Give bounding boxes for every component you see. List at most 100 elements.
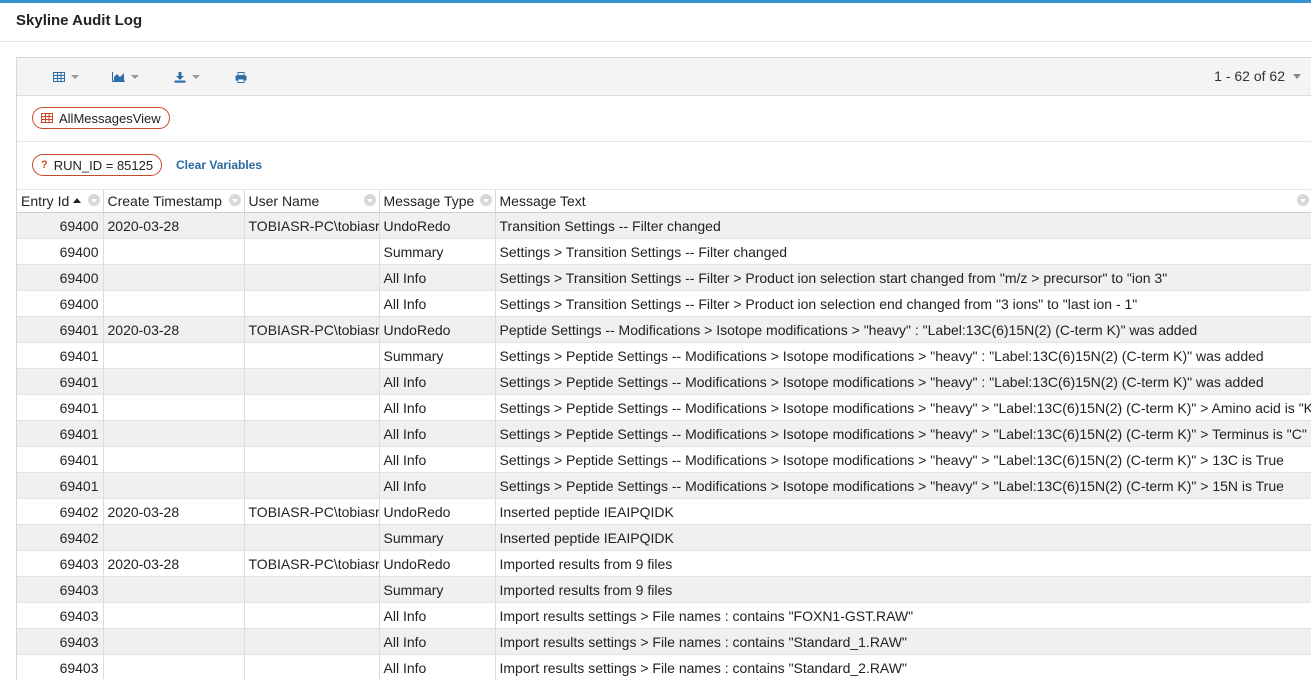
entry-id-cell: 69401 — [17, 368, 104, 395]
create-timestamp-cell — [103, 524, 245, 551]
entry-id-cell: 69402 — [17, 498, 104, 525]
grid-toolbar: 1 - 62 of 62 — [17, 58, 1311, 96]
user-name-cell — [244, 654, 380, 680]
table-row: 69403 All Info Import results settings > F… — [17, 628, 1311, 655]
message-text-cell: Import results settings > File names : c… — [495, 654, 1311, 680]
table-row: 69401 All Info Settings > Peptide Settings… — [17, 446, 1311, 473]
create-timestamp-cell — [103, 264, 245, 291]
user-name-cell — [244, 264, 380, 291]
message-type-cell: UndoRedo — [379, 550, 496, 577]
column-header-entry-id[interactable]: Entry Id — [17, 190, 104, 213]
user-name-cell: TOBIASR-PC\tobiasr — [244, 316, 380, 343]
create-timestamp-cell — [103, 654, 245, 680]
create-timestamp-cell — [103, 576, 245, 603]
table-row: 69403 All Info Import results settings > F… — [17, 602, 1311, 629]
create-timestamp-cell — [103, 628, 245, 655]
clear-variables-link[interactable]: Clear Variables — [176, 158, 262, 172]
entry-id-cell: 69400 — [17, 212, 104, 239]
table-row: 69401 Summary Settings > Peptide Settings … — [17, 342, 1311, 369]
column-header-message-type[interactable]: Message Type — [379, 190, 496, 213]
table-row: 69402 Summary Inserted peptide IEAIPQIDK — [17, 524, 1311, 551]
message-type-cell: UndoRedo — [379, 498, 496, 525]
message-type-cell: All Info — [379, 628, 496, 655]
create-timestamp-cell — [103, 394, 245, 421]
panel-header: Skyline Audit Log — [0, 3, 1311, 42]
table-row: 69400 All Info Settings > Transition Setti… — [17, 264, 1311, 291]
print-button[interactable] — [235, 69, 247, 85]
entry-id-cell: 69401 — [17, 342, 104, 369]
table-row: 69402 2020-03-28 TOBIASR-PC\tobiasr UndoRed… — [17, 498, 1311, 525]
audit-table: Entry Id Create Timestamp User Name Mess… — [17, 190, 1311, 680]
column-menu-icon[interactable] — [479, 194, 492, 206]
message-type-cell: UndoRedo — [379, 316, 496, 343]
charts-button[interactable] — [112, 69, 139, 85]
table-row: 69401 All Info Settings > Peptide Settings… — [17, 394, 1311, 421]
user-name-cell: TOBIASR-PC\tobiasr — [244, 498, 380, 525]
message-type-cell: Summary — [379, 524, 496, 551]
user-name-cell — [244, 602, 380, 629]
message-text-cell: Settings > Transition Settings -- Filter… — [495, 264, 1311, 291]
entry-id-cell: 69402 — [17, 524, 104, 551]
entry-id-cell: 69403 — [17, 654, 104, 680]
message-text-cell: Settings > Peptide Settings -- Modificat… — [495, 342, 1311, 369]
table-row: 69400 Summary Settings > Transition Settin… — [17, 238, 1311, 265]
grid-views-button[interactable] — [53, 69, 79, 85]
user-name-cell — [244, 446, 380, 473]
table-row: 69401 All Info Settings > Peptide Settings… — [17, 368, 1311, 395]
create-timestamp-cell — [103, 446, 245, 473]
entry-id-cell: 69400 — [17, 238, 104, 265]
chevron-down-icon — [71, 75, 79, 79]
entry-id-cell: 69403 — [17, 602, 104, 629]
question-icon: ? — [41, 159, 48, 171]
message-type-cell: All Info — [379, 290, 496, 317]
filter-pill-label: RUN_ID = 85125 — [53, 157, 154, 173]
table-header-row: Entry Id Create Timestamp User Name Mess… — [17, 190, 1311, 213]
message-text-cell: Imported results from 9 files — [495, 550, 1311, 577]
column-header-message-text[interactable]: Message Text — [495, 190, 1311, 213]
message-text-cell: Imported results from 9 files — [495, 576, 1311, 603]
message-text-cell: Inserted peptide IEAIPQIDK — [495, 524, 1311, 551]
message-type-cell: All Info — [379, 472, 496, 499]
column-menu-icon[interactable] — [363, 194, 376, 206]
message-type-cell: All Info — [379, 368, 496, 395]
message-text-cell: Settings > Peptide Settings -- Modificat… — [495, 368, 1311, 395]
column-menu-icon[interactable] — [87, 194, 100, 206]
user-name-cell — [244, 290, 380, 317]
message-type-cell: Summary — [379, 342, 496, 369]
message-text-cell: Settings > Transition Settings -- Filter… — [495, 238, 1311, 265]
message-type-cell: All Info — [379, 420, 496, 447]
chevron-down-icon — [131, 75, 139, 79]
user-name-cell — [244, 576, 380, 603]
entry-id-cell: 69400 — [17, 264, 104, 291]
table-row: 69401 All Info Settings > Peptide Settings… — [17, 472, 1311, 499]
message-text-cell: Settings > Peptide Settings -- Modificat… — [495, 446, 1311, 473]
entry-id-cell: 69401 — [17, 472, 104, 499]
entry-id-cell: 69401 — [17, 446, 104, 473]
column-menu-icon[interactable] — [228, 194, 241, 206]
column-menu-icon[interactable] — [1296, 194, 1309, 206]
entry-id-cell: 69403 — [17, 576, 104, 603]
user-name-cell — [244, 524, 380, 551]
column-header-user-name[interactable]: User Name — [244, 190, 380, 213]
message-type-cell: All Info — [379, 394, 496, 421]
create-timestamp-cell — [103, 420, 245, 447]
table-row: 69401 All Info Settings > Peptide Settings… — [17, 420, 1311, 447]
page-title: Skyline Audit Log — [16, 12, 143, 29]
message-text-cell: Settings > Peptide Settings -- Modificat… — [495, 420, 1311, 447]
pagination-menu[interactable]: 1 - 62 of 62 — [1214, 68, 1301, 84]
table-row: 69403 Summary Imported results from 9 file… — [17, 576, 1311, 603]
filter-bar: ? RUN_ID = 85125 Clear Variables — [17, 142, 1311, 190]
message-type-cell: All Info — [379, 602, 496, 629]
create-timestamp-cell — [103, 368, 245, 395]
create-timestamp-cell: 2020-03-28 — [103, 316, 245, 343]
grid-icon — [53, 72, 65, 82]
filter-pill[interactable]: ? RUN_ID = 85125 — [32, 154, 163, 176]
grid-icon — [41, 113, 53, 123]
chevron-down-icon — [192, 75, 200, 79]
view-pill[interactable]: AllMessagesView — [32, 107, 170, 129]
chevron-down-icon — [1293, 73, 1301, 79]
export-button[interactable] — [174, 69, 200, 85]
message-type-cell: Summary — [379, 238, 496, 265]
message-text-cell: Inserted peptide IEAIPQIDK — [495, 498, 1311, 525]
column-header-create-timestamp[interactable]: Create Timestamp — [103, 190, 245, 213]
